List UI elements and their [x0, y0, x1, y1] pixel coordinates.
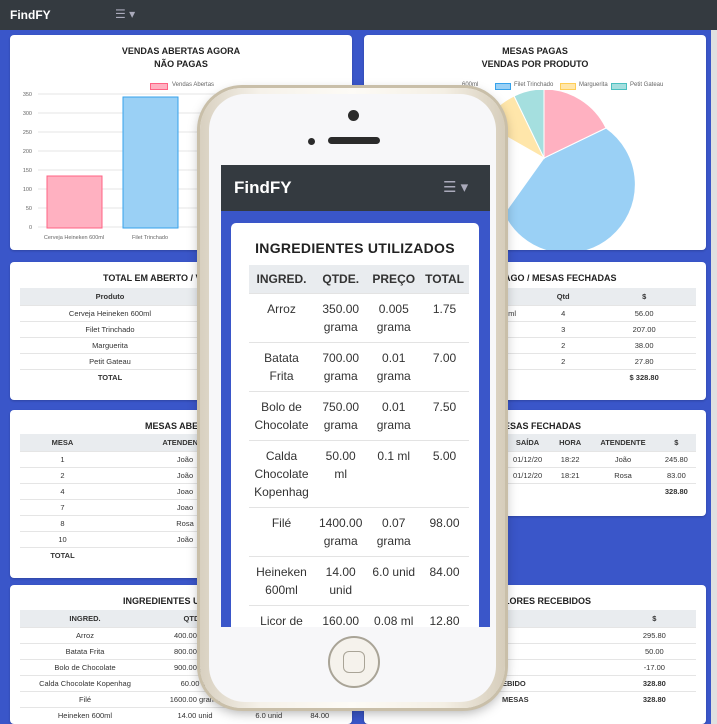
- y-tick-label: 150: [23, 168, 32, 174]
- y-tick-label: 0: [29, 225, 32, 231]
- col-header: Produto: [20, 288, 200, 306]
- legend-label: Marguerita: [579, 82, 608, 88]
- bar-heineken: [46, 175, 103, 229]
- table-row: Licor de Laranja160.00 ml0.08 ml12.80: [249, 605, 469, 627]
- table-row: Batata Frita 700.00 grama 0.01 grama 7.00: [249, 342, 469, 392]
- legend-swatch: [150, 83, 168, 90]
- card-subtitle: VENDAS POR PRODUTO: [481, 59, 589, 69]
- card-title: MESAS PAGAS: [502, 46, 568, 56]
- legend-swatch: [560, 83, 576, 90]
- y-tick-label: 250: [23, 130, 32, 136]
- table-row: Filé 1400.00 grama 0.07 grama 98.00: [249, 507, 469, 557]
- legend-swatch: [495, 83, 511, 90]
- mobile-navbar: FindFY ☰ ▾: [221, 165, 490, 211]
- brand-logo[interactable]: FindFY: [10, 8, 51, 22]
- table-row: Heineken 600ml 14.00 unid 6.0 unid 84.00: [20, 707, 342, 723]
- ingredients-table: INGRED. QTDE. PREÇO TOTAL Arroz 350.00 gr…: [249, 265, 469, 627]
- top-navbar: FindFY ☰ ▾: [0, 0, 717, 30]
- y-tick-label: 300: [23, 111, 32, 117]
- y-tick-label: 50: [26, 206, 32, 212]
- phone-mockup: FindFY ☰ ▾ INGREDIENTES UTILIZADOS INGRE…: [200, 88, 505, 708]
- home-button[interactable]: [328, 636, 380, 688]
- legend-label: Vendas Abertas: [172, 82, 215, 88]
- table-row: Arroz 350.00 grama 0.005 grama 1.75: [249, 293, 469, 343]
- y-tick-label: 100: [23, 187, 32, 193]
- legend-label: Petit Gateau: [630, 82, 664, 88]
- col-ingred: INGRED.: [249, 265, 314, 294]
- card-subtitle: NÃO PAGAS: [154, 59, 208, 69]
- sensor-icon: [308, 138, 315, 145]
- mobile-menu-icon[interactable]: ☰ ▾: [443, 178, 468, 196]
- table-row: Calda Chocolate Kopenhag 50.00 ml 0.1 ml 5.…: [249, 440, 469, 508]
- table-row: Bolo de Chocolate 750.00 grama 0.01 grama 7…: [249, 391, 469, 441]
- x-label-filet: Filet Trinchado: [132, 235, 168, 241]
- ingredients-title: INGREDIENTES UTILIZADOS: [255, 240, 455, 256]
- phone-screen: FindFY ☰ ▾ INGREDIENTES UTILIZADOS INGRE…: [221, 165, 490, 627]
- card-title: VENDAS ABERTAS AGORA: [121, 46, 241, 56]
- ingredients-card: INGREDIENTES UTILIZADOS INGRED. QTDE. PR…: [231, 223, 479, 627]
- y-tick-label: 350: [23, 92, 32, 98]
- mobile-brand[interactable]: FindFY: [234, 178, 292, 198]
- col-preco: PREÇO: [367, 265, 421, 294]
- legend-label: Filet Trinchado: [514, 82, 554, 88]
- y-tick-label: 200: [23, 149, 32, 155]
- bar-filet: [122, 96, 179, 229]
- menu-toggle-icon[interactable]: ☰ ▾: [115, 7, 135, 21]
- table-row: Heineken 600ml 14.00 unid 6.0 unid 84.00: [249, 556, 469, 606]
- legend-swatch: [611, 83, 627, 90]
- scrollbar[interactable]: [711, 30, 717, 724]
- col-qtde: QTDE.: [314, 265, 368, 294]
- speaker-grille: [328, 137, 380, 144]
- camera-icon: [348, 110, 359, 121]
- x-label-heineken: Cerveja Heineken 600ml: [44, 235, 104, 241]
- col-total: TOTAL: [420, 265, 469, 294]
